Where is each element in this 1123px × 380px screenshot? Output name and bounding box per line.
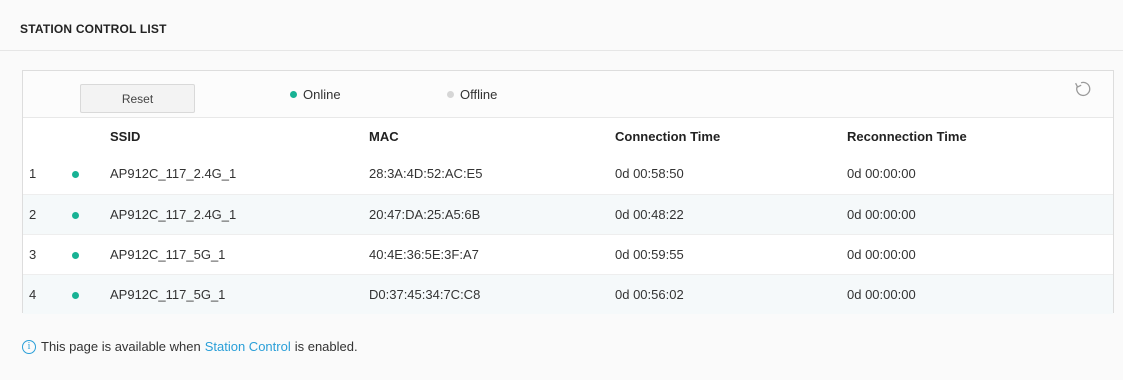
row-index: 4 <box>29 286 37 302</box>
row-connection-time: 0d 00:56:02 <box>615 286 684 302</box>
refresh-icon[interactable] <box>1073 79 1093 99</box>
page-title: STATION CONTROL LIST <box>20 22 167 36</box>
station-control-link[interactable]: Station Control <box>205 339 291 354</box>
row-reconnection-time: 0d 00:00:00 <box>847 206 916 222</box>
row-ssid: AP912C_117_5G_1 <box>110 286 226 302</box>
info-icon: i <box>22 339 36 354</box>
legend-offline: Offline <box>447 87 497 102</box>
note-suffix: is enabled. <box>294 339 358 354</box>
legend-online-label: Online <box>303 87 341 102</box>
table-row: 4 AP912C_117_5G_1 D0:37:45:34:7C:C8 0d 0… <box>23 274 1113 314</box>
column-header-ssid: SSID <box>110 128 141 144</box>
online-status-icon <box>72 251 79 259</box>
table-row: 3 AP912C_117_5G_1 40:4E:36:5E:3F:A7 0d 0… <box>23 234 1113 274</box>
row-reconnection-time: 0d 00:00:00 <box>847 166 916 182</box>
column-header-connection-time: Connection Time <box>615 128 721 144</box>
row-mac: 20:47:DA:25:A5:6B <box>369 206 481 222</box>
row-mac: 40:4E:36:5E:3F:A7 <box>369 246 479 262</box>
row-mac: D0:37:45:34:7C:C8 <box>369 286 481 302</box>
row-reconnection-time: 0d 00:00:00 <box>847 286 916 302</box>
page: STATION CONTROL LIST Reset Online Offlin… <box>0 0 1123 380</box>
info-note: i This page is available when Station Co… <box>22 339 358 354</box>
row-mac: 28:3A:4D:52:AC:E5 <box>369 166 483 182</box>
station-table: SSID MAC Connection Time Reconnection Ti… <box>23 118 1113 314</box>
table-header-row: SSID MAC Connection Time Reconnection Ti… <box>23 118 1113 154</box>
row-index: 1 <box>29 166 37 182</box>
column-header-index <box>23 118 69 154</box>
row-index: 2 <box>29 206 37 222</box>
online-dot-icon <box>290 91 297 98</box>
row-reconnection-time: 0d 00:00:00 <box>847 246 916 262</box>
reset-button[interactable]: Reset <box>80 84 195 113</box>
station-list-panel: Reset Online Offline SSID MAC Connection… <box>22 70 1114 314</box>
toolbar: Reset Online Offline <box>23 71 1113 118</box>
row-connection-time: 0d 00:48:22 <box>615 206 684 222</box>
row-ssid: AP912C_117_2.4G_1 <box>110 206 237 222</box>
legend-offline-label: Offline <box>460 87 498 102</box>
row-index: 3 <box>29 246 37 262</box>
row-ssid: AP912C_117_5G_1 <box>110 246 226 262</box>
column-header-status <box>69 118 110 154</box>
online-status-icon <box>72 211 79 219</box>
title-divider <box>0 50 1123 51</box>
row-connection-time: 0d 00:58:50 <box>615 166 684 182</box>
legend-online: Online <box>290 87 341 102</box>
table-row: 1 AP912C_117_2.4G_1 28:3A:4D:52:AC:E5 0d… <box>23 154 1113 194</box>
note-prefix: This page is available when <box>41 339 201 354</box>
column-header-reconnection-time: Reconnection Time <box>847 128 967 144</box>
row-connection-time: 0d 00:59:55 <box>615 246 684 262</box>
row-ssid: AP912C_117_2.4G_1 <box>110 166 237 182</box>
online-status-icon <box>72 291 79 299</box>
online-status-icon <box>72 171 79 179</box>
table-row: 2 AP912C_117_2.4G_1 20:47:DA:25:A5:6B 0d… <box>23 194 1113 234</box>
column-header-mac: MAC <box>369 128 399 144</box>
offline-dot-icon <box>447 91 454 98</box>
